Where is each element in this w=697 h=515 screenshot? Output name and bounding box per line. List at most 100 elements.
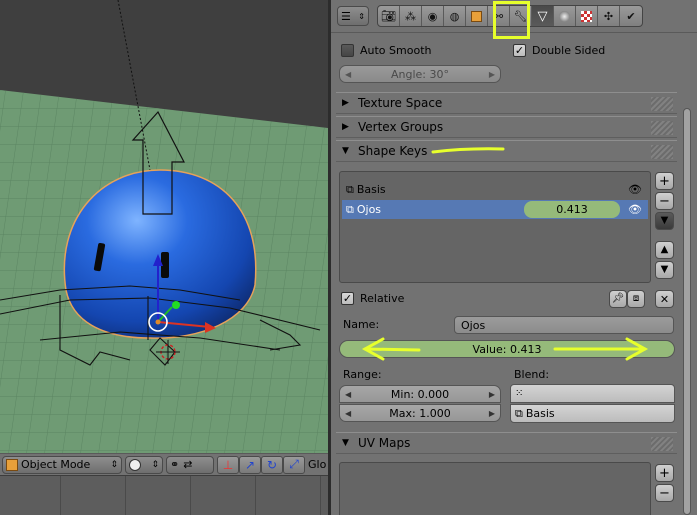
relative-key-field[interactable]: ⧉ Basis xyxy=(510,404,675,423)
max-range-field[interactable]: ◀ Max: 1.000 ▶ xyxy=(339,404,501,422)
auto-smooth-label: Auto Smooth xyxy=(360,44,432,57)
pivot-icon: ⚭ xyxy=(170,458,180,471)
tab-texture[interactable] xyxy=(576,6,598,26)
relative-checkbox[interactable]: ✓ xyxy=(341,292,354,305)
panel-grip-icon[interactable] xyxy=(651,145,673,159)
solid-sphere-icon xyxy=(129,458,141,471)
panel-uv-maps-title: UV Maps xyxy=(358,436,411,450)
left-arrow-icon: ◀ xyxy=(345,408,352,418)
down-triangle-icon: ▼ xyxy=(660,264,669,275)
shape-key-value[interactable]: 0.413 xyxy=(524,201,620,218)
scrollbar-thumb[interactable] xyxy=(683,108,691,515)
pin-shape-key-button[interactable]: 📌︎ xyxy=(609,290,627,308)
shape-key-name-field[interactable]: Ojos xyxy=(454,316,674,334)
eye-icon[interactable]: 👁︎ xyxy=(628,202,642,216)
tab-world[interactable]: ◍ xyxy=(444,6,466,26)
eye-icon[interactable]: 👁︎ xyxy=(628,182,642,196)
object-cube-icon xyxy=(471,10,482,22)
scale-icon[interactable]: ⤢ xyxy=(283,455,305,474)
updown-arrows-icon: ⇕ xyxy=(358,11,365,21)
cube-icon xyxy=(6,458,18,471)
pivot-dropdown[interactable]: ⚭ ⇄ xyxy=(166,455,214,474)
edit-mode-icon: ⧈ xyxy=(632,293,640,304)
shading-dropdown[interactable]: ⇕ xyxy=(125,455,163,474)
particles-icon: ✣ xyxy=(603,9,614,23)
updown-arrows-icon: ⇕ xyxy=(151,459,159,470)
shape-key-icon: ⧉ xyxy=(346,182,354,196)
tab-scene[interactable]: ◉ xyxy=(422,6,444,26)
panel-grip-icon[interactable] xyxy=(651,437,673,451)
properties-editor-icon: ☰ xyxy=(341,9,351,23)
panel-shape-keys[interactable]: ▼ Shape Keys xyxy=(336,140,677,162)
uv-map-list[interactable] xyxy=(339,462,651,515)
plus-icon: + xyxy=(659,173,670,189)
add-shape-key-button[interactable]: + xyxy=(655,172,674,190)
panel-vertex-groups-title: Vertex Groups xyxy=(358,120,444,134)
shape-key-specials-button[interactable]: ▼ xyxy=(655,212,674,230)
panel-uv-maps[interactable]: ▼ UV Maps xyxy=(336,432,677,454)
tab-render-layers[interactable]: ⁂ xyxy=(400,6,422,26)
clear-weights-button[interactable]: ✕ xyxy=(655,290,674,308)
remove-uv-map-button[interactable]: − xyxy=(655,484,674,502)
remove-shape-key-button[interactable]: − xyxy=(655,192,674,210)
tab-object-data[interactable]: ▽ xyxy=(532,6,554,26)
up-triangle-icon: ▲ xyxy=(660,244,669,255)
scene-icon: ◉ xyxy=(427,9,438,23)
camera-icon: 📷︎ xyxy=(380,9,397,23)
name-label: Name: xyxy=(343,318,380,331)
properties-editor: ☰ ⇕ 📷︎ ⁂ ◉ ◍ ⚯ 🔧︎ ▽ ✣ ✔ Auto Smooth ✓ Do… xyxy=(331,0,697,515)
render-layers-icon: ⁂ xyxy=(405,9,416,23)
add-uv-map-button[interactable]: + xyxy=(655,464,674,482)
panel-texture-space[interactable]: ▶ Texture Space xyxy=(336,92,677,114)
plus-icon: + xyxy=(659,465,670,481)
blend-label: Blend: xyxy=(514,368,550,381)
viewport-scene xyxy=(0,0,328,453)
minus-icon: − xyxy=(659,485,670,501)
max-label: Max: 1.000 xyxy=(389,406,451,420)
panel-vertex-groups[interactable]: ▶ Vertex Groups xyxy=(336,116,677,138)
panel-grip-icon[interactable] xyxy=(651,97,673,111)
properties-content: Auto Smooth ✓ Double Sided ◀ Angle: 30° … xyxy=(331,34,681,515)
range-label: Range: xyxy=(343,368,382,381)
move-down-button[interactable]: ▼ xyxy=(655,261,674,279)
x-icon: ✕ xyxy=(659,292,670,306)
3d-viewport[interactable] xyxy=(0,0,328,453)
mode-dropdown[interactable]: Object Mode ⇕ xyxy=(2,455,122,474)
shape-key-item-ojos[interactable]: ⧉ Ojos 0.413 👁︎ xyxy=(342,200,648,219)
mode-label: Object Mode xyxy=(21,458,91,471)
shape-key-item-basis[interactable]: ⧉ Basis 👁︎ xyxy=(342,180,648,199)
edit-mode-shape-button[interactable]: ⧈ xyxy=(627,290,645,308)
shape-key-name: Ojos xyxy=(356,203,382,216)
shape-key-icon: ⧉ xyxy=(346,202,354,216)
manipulator-group: ⊥ ↗ ↻ ⤢ xyxy=(217,455,305,474)
tab-material[interactable] xyxy=(554,6,576,26)
relative-row[interactable]: ✓ Relative xyxy=(341,292,404,305)
material-sphere-icon xyxy=(559,10,570,22)
tab-physics[interactable]: ✔ xyxy=(620,6,642,26)
editor-type-dropdown[interactable]: ☰ ⇕ xyxy=(337,6,369,26)
shape-key-name: Basis xyxy=(356,183,386,196)
shape-key-list[interactable]: ⧉ Basis 👁︎ ⧉ Ojos 0.413 👁︎ xyxy=(339,171,651,283)
move-up-button[interactable]: ▲ xyxy=(655,241,674,259)
tab-particles[interactable]: ✣ xyxy=(598,6,620,26)
vertex-group-field[interactable]: ⁙ xyxy=(510,384,675,403)
panel-grip-icon[interactable] xyxy=(651,121,673,135)
min-range-field[interactable]: ◀ Min: 0.000 ▶ xyxy=(339,385,501,403)
double-sided-row[interactable]: ✓ Double Sided xyxy=(513,44,605,57)
auto-smooth-checkbox[interactable] xyxy=(341,44,354,57)
orientation-dropdown-label[interactable]: Glo xyxy=(308,458,326,471)
viewport-header: Object Mode ⇕ ⇕ ⚭ ⇄ ⊥ ↗ ↻ ⤢ Glo xyxy=(0,453,328,475)
tab-object[interactable] xyxy=(466,6,488,26)
manipulator-toggle-icon[interactable]: ⊥ xyxy=(217,455,239,474)
double-sided-checkbox[interactable]: ✓ xyxy=(513,44,526,57)
tab-render[interactable]: 📷︎ xyxy=(378,6,400,26)
min-label: Min: 0.000 xyxy=(390,387,450,401)
collapsed-triangle-icon: ▶ xyxy=(342,122,349,132)
pin-icon: 📌︎ xyxy=(611,293,625,304)
translate-icon[interactable]: ↗ xyxy=(239,455,261,474)
physics-icon: ✔ xyxy=(626,9,636,23)
rotate-icon[interactable]: ↻ xyxy=(261,455,283,474)
auto-smooth-row[interactable]: Auto Smooth xyxy=(341,44,431,57)
annotation-underline xyxy=(431,147,505,154)
down-triangle-icon: ▼ xyxy=(660,215,669,226)
